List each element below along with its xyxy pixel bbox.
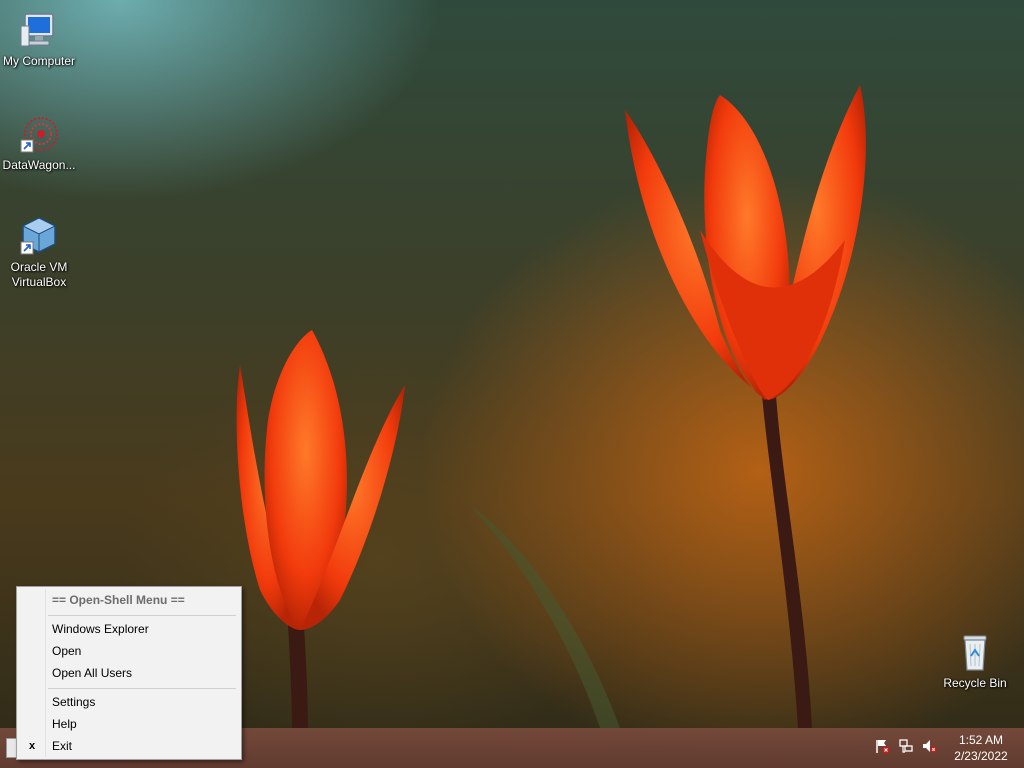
menu-item-open-all-users[interactable]: Open All Users	[19, 662, 239, 684]
menu-item-label: Exit	[52, 739, 73, 753]
desktop-icon-recycle-bin[interactable]: Recycle Bin	[936, 630, 1014, 691]
menu-item-settings[interactable]: Settings	[19, 691, 239, 713]
menu-item-windows-explorer[interactable]: Windows Explorer	[19, 618, 239, 640]
menu-item-label: Windows Explorer	[52, 622, 149, 636]
menu-item-open[interactable]: Open	[19, 640, 239, 662]
menu-separator	[48, 688, 236, 689]
desktop-icon-label-line2: VirtualBox	[11, 275, 67, 289]
volume-muted-icon[interactable]	[921, 738, 937, 757]
recycle-bin-icon	[953, 630, 997, 674]
desktop-icon-datawagon[interactable]: DataWagon...	[0, 112, 78, 173]
desktop-icon-virtualbox[interactable]: Oracle VM VirtualBox	[0, 214, 78, 290]
menu-item-label: Help	[52, 717, 77, 731]
clock-date: 2/23/2022	[954, 749, 1008, 763]
desktop-icon-label: My Computer	[2, 54, 76, 68]
clock-time: 1:52 AM	[958, 733, 1004, 747]
menu-item-exit[interactable]: x Exit	[19, 735, 239, 757]
desktop-icon-my-computer[interactable]: My Computer	[0, 8, 78, 69]
menu-item-label: Open All Users	[52, 666, 133, 680]
network-icon[interactable]	[898, 738, 914, 757]
computer-icon	[17, 8, 61, 52]
open-shell-context-menu: == Open-Shell Menu == Windows Explorer O…	[16, 586, 242, 760]
desktop-icon-label-line1: Oracle VM	[10, 260, 68, 274]
menu-item-help[interactable]: Help	[19, 713, 239, 735]
exit-mark-icon: x	[29, 740, 36, 752]
action-center-flag-icon[interactable]	[874, 738, 890, 757]
menu-header-label: == Open-Shell Menu ==	[52, 593, 185, 607]
menu-item-label: Open	[52, 644, 82, 658]
menu-separator	[48, 615, 236, 616]
menu-item-label: Settings	[52, 695, 96, 709]
datawagon-shortcut-icon	[17, 112, 61, 156]
menu-header: == Open-Shell Menu ==	[19, 589, 239, 611]
taskbar-clock[interactable]: 1:52 AM 2/23/2022	[945, 732, 1017, 764]
desktop-icon-label: DataWagon...	[2, 158, 76, 172]
desktop-icon-label: Recycle Bin	[943, 676, 1007, 690]
virtualbox-shortcut-icon	[17, 214, 61, 258]
